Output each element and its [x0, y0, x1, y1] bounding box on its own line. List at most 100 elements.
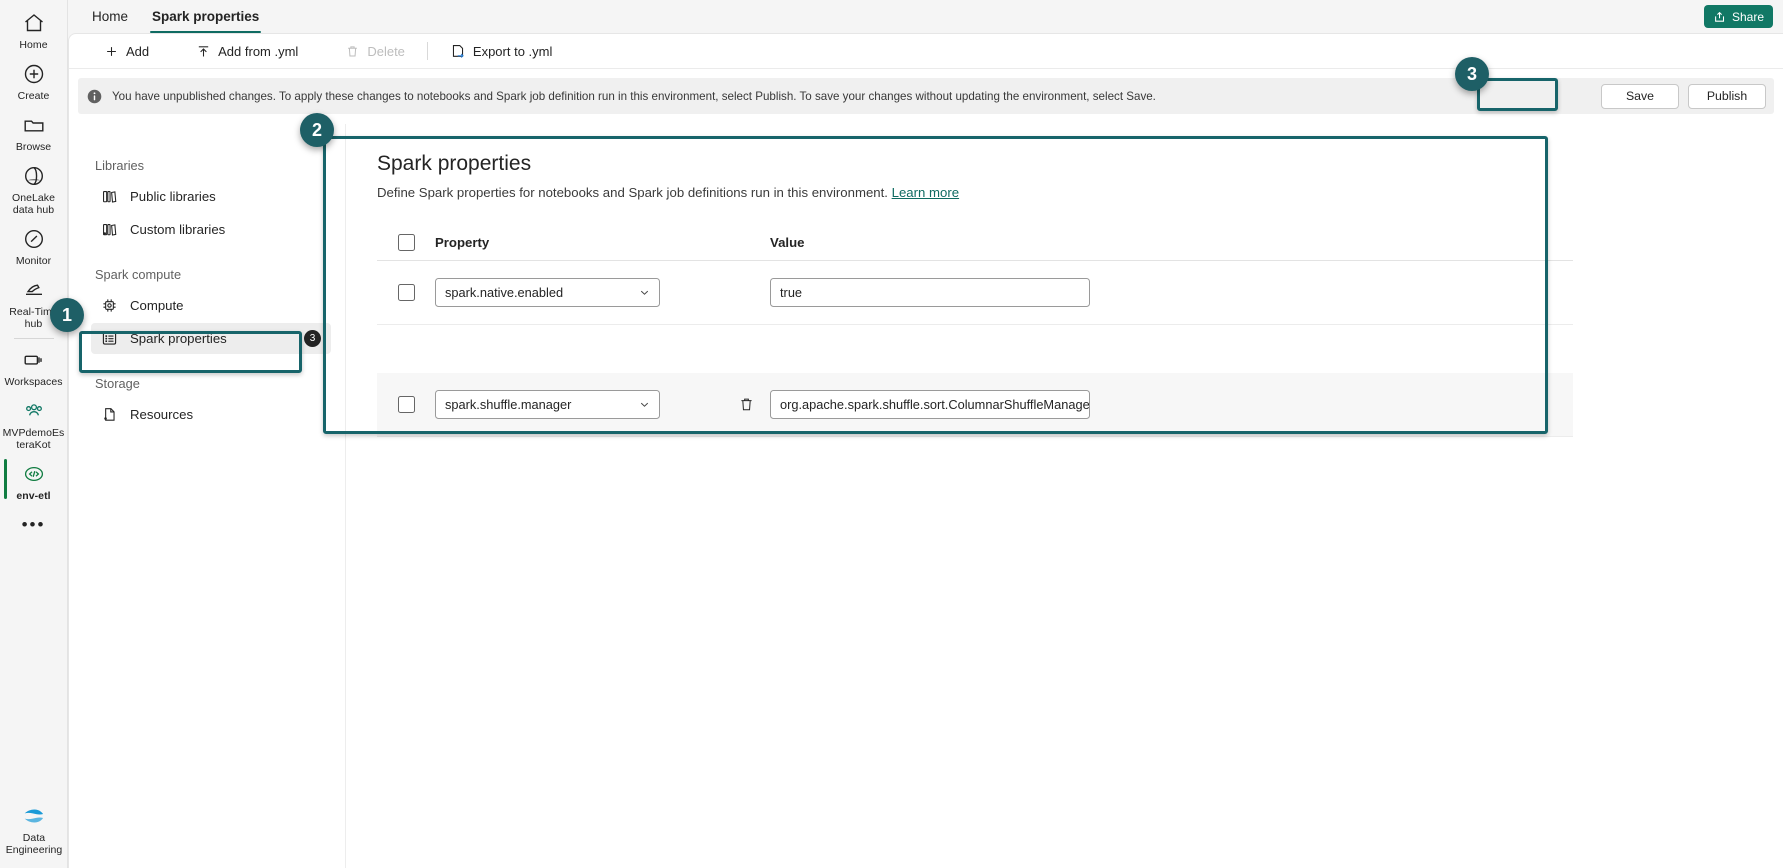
column-header-value: Value: [770, 235, 805, 250]
table-spacer-row: [377, 325, 1573, 373]
code-icon: [21, 461, 47, 487]
description-text: Define Spark properties for notebooks an…: [377, 185, 888, 200]
rail-label: Create: [17, 90, 50, 102]
library-icon: [101, 188, 118, 205]
row-checkbox[interactable]: [398, 396, 415, 413]
plus-circle-icon: [21, 61, 47, 87]
add-button[interactable]: Add: [93, 38, 159, 65]
export-to-yml-button[interactable]: Export to .yml: [440, 38, 562, 65]
nav-group-spark-compute: Spark compute: [95, 267, 182, 282]
rail-item-mvpdemoesterakot[interactable]: MVPdemoEs teraKot: [0, 392, 68, 455]
rail-item-monitor[interactable]: Monitor: [0, 220, 68, 271]
value-input[interactable]: true: [770, 278, 1090, 307]
rail-item-browse[interactable]: Browse: [0, 106, 68, 157]
publish-button[interactable]: Publish: [1688, 83, 1766, 109]
nav-item-label: Compute: [130, 298, 184, 313]
folder-icon: [21, 112, 47, 138]
share-button[interactable]: Share: [1703, 5, 1773, 28]
trash-icon: [344, 43, 360, 59]
rail-item-real-time-hub[interactable]: Real-Time hub: [0, 271, 68, 334]
property-dropdown[interactable]: spark.native.enabled: [435, 278, 660, 307]
properties-list-icon: [101, 330, 118, 347]
app-root: Home Create Browse OneLake data hub Moni…: [0, 0, 1783, 868]
file-icon: [101, 406, 118, 423]
value-input[interactable]: org.apache.spark.shuffle.sort.ColumnarSh…: [770, 390, 1090, 419]
tab-spark-properties[interactable]: Spark properties: [140, 9, 271, 33]
more-options-icon: •••: [21, 515, 46, 534]
nav-item-custom-libraries[interactable]: Custom libraries: [91, 214, 331, 245]
spark-properties-table: Property Value spark.native.enabled true…: [377, 225, 1573, 437]
ribbon-divider: [426, 42, 428, 60]
table-row: spark.native.enabled true: [377, 261, 1573, 325]
people-icon: [21, 398, 47, 424]
rail-label: Data Engineering: [5, 832, 63, 856]
delete-label: Delete: [367, 43, 405, 59]
row-select-cell: [377, 396, 435, 413]
select-all-checkbox[interactable]: [398, 234, 415, 251]
rail-label: Monitor: [15, 255, 52, 267]
tab-list: Home Spark properties: [68, 0, 271, 33]
rail-divider: [13, 338, 54, 339]
delete-button: Delete: [334, 38, 415, 65]
home-icon: [21, 10, 47, 36]
nav-item-compute[interactable]: Compute: [91, 290, 331, 321]
upload-arrow-icon: [195, 43, 211, 59]
plus-icon: [103, 43, 119, 59]
row-checkbox[interactable]: [398, 284, 415, 301]
value-input-text: true: [780, 285, 803, 300]
nav-item-label: Spark properties: [130, 331, 227, 346]
row-value-cell: org.apache.spark.shuffle.sort.ColumnarSh…: [770, 390, 1573, 419]
chip-icon: [101, 297, 118, 314]
property-dropdown[interactable]: spark.shuffle.manager: [435, 390, 660, 419]
rail-item-env-etl[interactable]: env-etl: [0, 455, 68, 506]
chevron-down-icon: [638, 398, 651, 411]
spark-properties-panel: Spark properties Define Spark properties…: [361, 134, 1589, 437]
nav-item-label: Custom libraries: [130, 222, 226, 237]
export-icon: [450, 43, 466, 59]
add-from-yml-button[interactable]: Add from .yml: [185, 38, 308, 65]
delete-row-icon[interactable]: [738, 396, 755, 413]
banner-message: You have unpublished changes. To apply t…: [112, 89, 1156, 103]
table-header-row: Property Value: [377, 225, 1573, 261]
save-button[interactable]: Save: [1601, 83, 1679, 109]
column-header-property: Property: [435, 235, 490, 250]
onelake-icon: [21, 163, 47, 189]
row-property-cell: spark.native.enabled: [435, 278, 722, 307]
rail-label: env-etl: [16, 490, 51, 502]
rail-item-onelake-data-hub[interactable]: OneLake data hub: [0, 157, 68, 220]
property-dropdown-value: spark.shuffle.manager: [445, 397, 572, 412]
row-value-cell: true: [770, 278, 1573, 307]
row-delete-cell: [722, 396, 770, 413]
monitor-icon: [21, 226, 47, 252]
rail-item-home[interactable]: Home: [0, 4, 68, 55]
share-icon: [1713, 10, 1727, 24]
nav-item-resources[interactable]: Resources: [91, 399, 331, 430]
unpublished-changes-banner: You have unpublished changes. To apply t…: [78, 78, 1774, 114]
rail-item-data-engineering[interactable]: Data Engineering: [0, 797, 68, 860]
rail-item-workspaces[interactable]: Workspaces: [0, 341, 68, 392]
tab-home[interactable]: Home: [80, 9, 140, 33]
rail-item-create[interactable]: Create: [0, 55, 68, 106]
nav-group-storage: Storage: [95, 376, 140, 391]
row-property-cell: spark.shuffle.manager: [435, 390, 722, 419]
nav-item-label: Resources: [130, 407, 194, 422]
rail-item-more[interactable]: •••: [0, 512, 68, 536]
value-input-text: org.apache.spark.shuffle.sort.ColumnarSh…: [780, 397, 1090, 412]
learn-more-link[interactable]: Learn more: [892, 185, 959, 200]
environment-settings-nav: Libraries Public libraries Custom librar…: [69, 124, 346, 868]
rail-label: MVPdemoEs teraKot: [2, 427, 65, 451]
realtime-hub-icon: [21, 277, 47, 303]
content-card: Add Add from .yml Delete Export to .yml …: [68, 33, 1783, 868]
top-tab-bar: Home Spark properties Share: [68, 0, 1783, 33]
add-from-yml-label: Add from .yml: [218, 43, 299, 59]
nav-item-label: Public libraries: [130, 189, 216, 204]
page-description: Define Spark properties for notebooks an…: [361, 176, 1589, 200]
custom-library-icon: [101, 221, 118, 238]
nav-item-spark-properties[interactable]: Spark properties 3: [91, 323, 331, 354]
export-to-yml-label: Export to .yml: [472, 43, 553, 59]
select-all-cell: [377, 234, 435, 251]
nav-item-public-libraries[interactable]: Public libraries: [91, 181, 331, 212]
workspaces-icon: [21, 347, 47, 373]
